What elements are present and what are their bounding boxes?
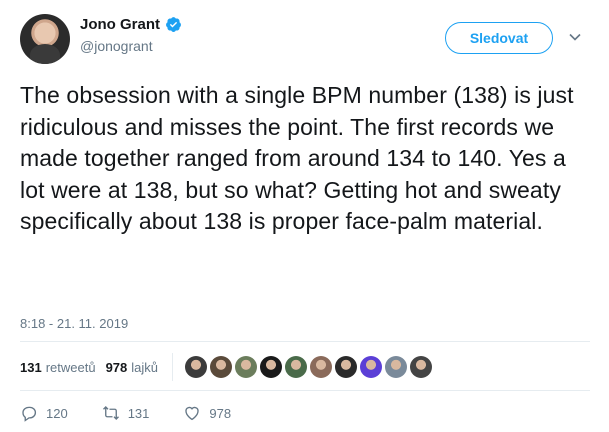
- liker-avatar[interactable]: [260, 356, 283, 378]
- liker-avatar[interactable]: [185, 356, 208, 378]
- retweet-icon: [102, 406, 119, 420]
- verified-badge-icon: [166, 17, 181, 32]
- liker-avatar[interactable]: [285, 356, 308, 378]
- liker-avatar[interactable]: [210, 356, 233, 378]
- divider: [20, 341, 590, 342]
- liker-avatar[interactable]: [310, 356, 333, 378]
- like-stat-label[interactable]: lajků: [131, 360, 158, 375]
- reply-button[interactable]: 120: [20, 404, 68, 422]
- tweet-timestamp[interactable]: 8:18 - 21. 11. 2019: [20, 316, 128, 331]
- chevron-down-icon[interactable]: [568, 30, 582, 44]
- liker-avatars: [185, 356, 433, 378]
- retweet-stat-count[interactable]: 131: [20, 360, 42, 375]
- author-handle[interactable]: @jonogrant: [80, 38, 153, 54]
- stats-separator: [172, 353, 174, 381]
- like-button[interactable]: 978: [183, 404, 231, 422]
- liker-avatar[interactable]: [335, 356, 358, 378]
- retweet-button[interactable]: 131: [102, 404, 150, 422]
- reply-icon: [22, 406, 37, 422]
- retweet-count: 131: [127, 405, 150, 421]
- liker-avatar[interactable]: [360, 356, 383, 378]
- like-stat-count[interactable]: 978: [106, 360, 128, 375]
- tweet-actions: 120 131 978: [20, 404, 265, 422]
- liker-avatar[interactable]: [385, 356, 408, 378]
- divider: [20, 390, 590, 391]
- reply-count: 120: [46, 405, 68, 421]
- follow-button[interactable]: Sledovat: [445, 22, 553, 54]
- author-name-row: Jono Grant: [80, 16, 182, 33]
- retweet-stat-label[interactable]: retweetů: [46, 360, 96, 375]
- tweet-stats: 131 retweetů 978 lajků: [20, 352, 433, 382]
- author-display-name[interactable]: Jono Grant: [80, 16, 160, 33]
- tweet-text: The obsession with a single BPM number (…: [20, 82, 574, 234]
- tweet-header: Jono Grant @jonogrant Sledovat: [20, 14, 590, 64]
- like-count: 978: [209, 405, 232, 421]
- liker-avatar[interactable]: [235, 356, 258, 378]
- author-avatar[interactable]: [20, 14, 70, 64]
- heart-icon: [185, 406, 200, 421]
- liker-avatar[interactable]: [410, 356, 433, 378]
